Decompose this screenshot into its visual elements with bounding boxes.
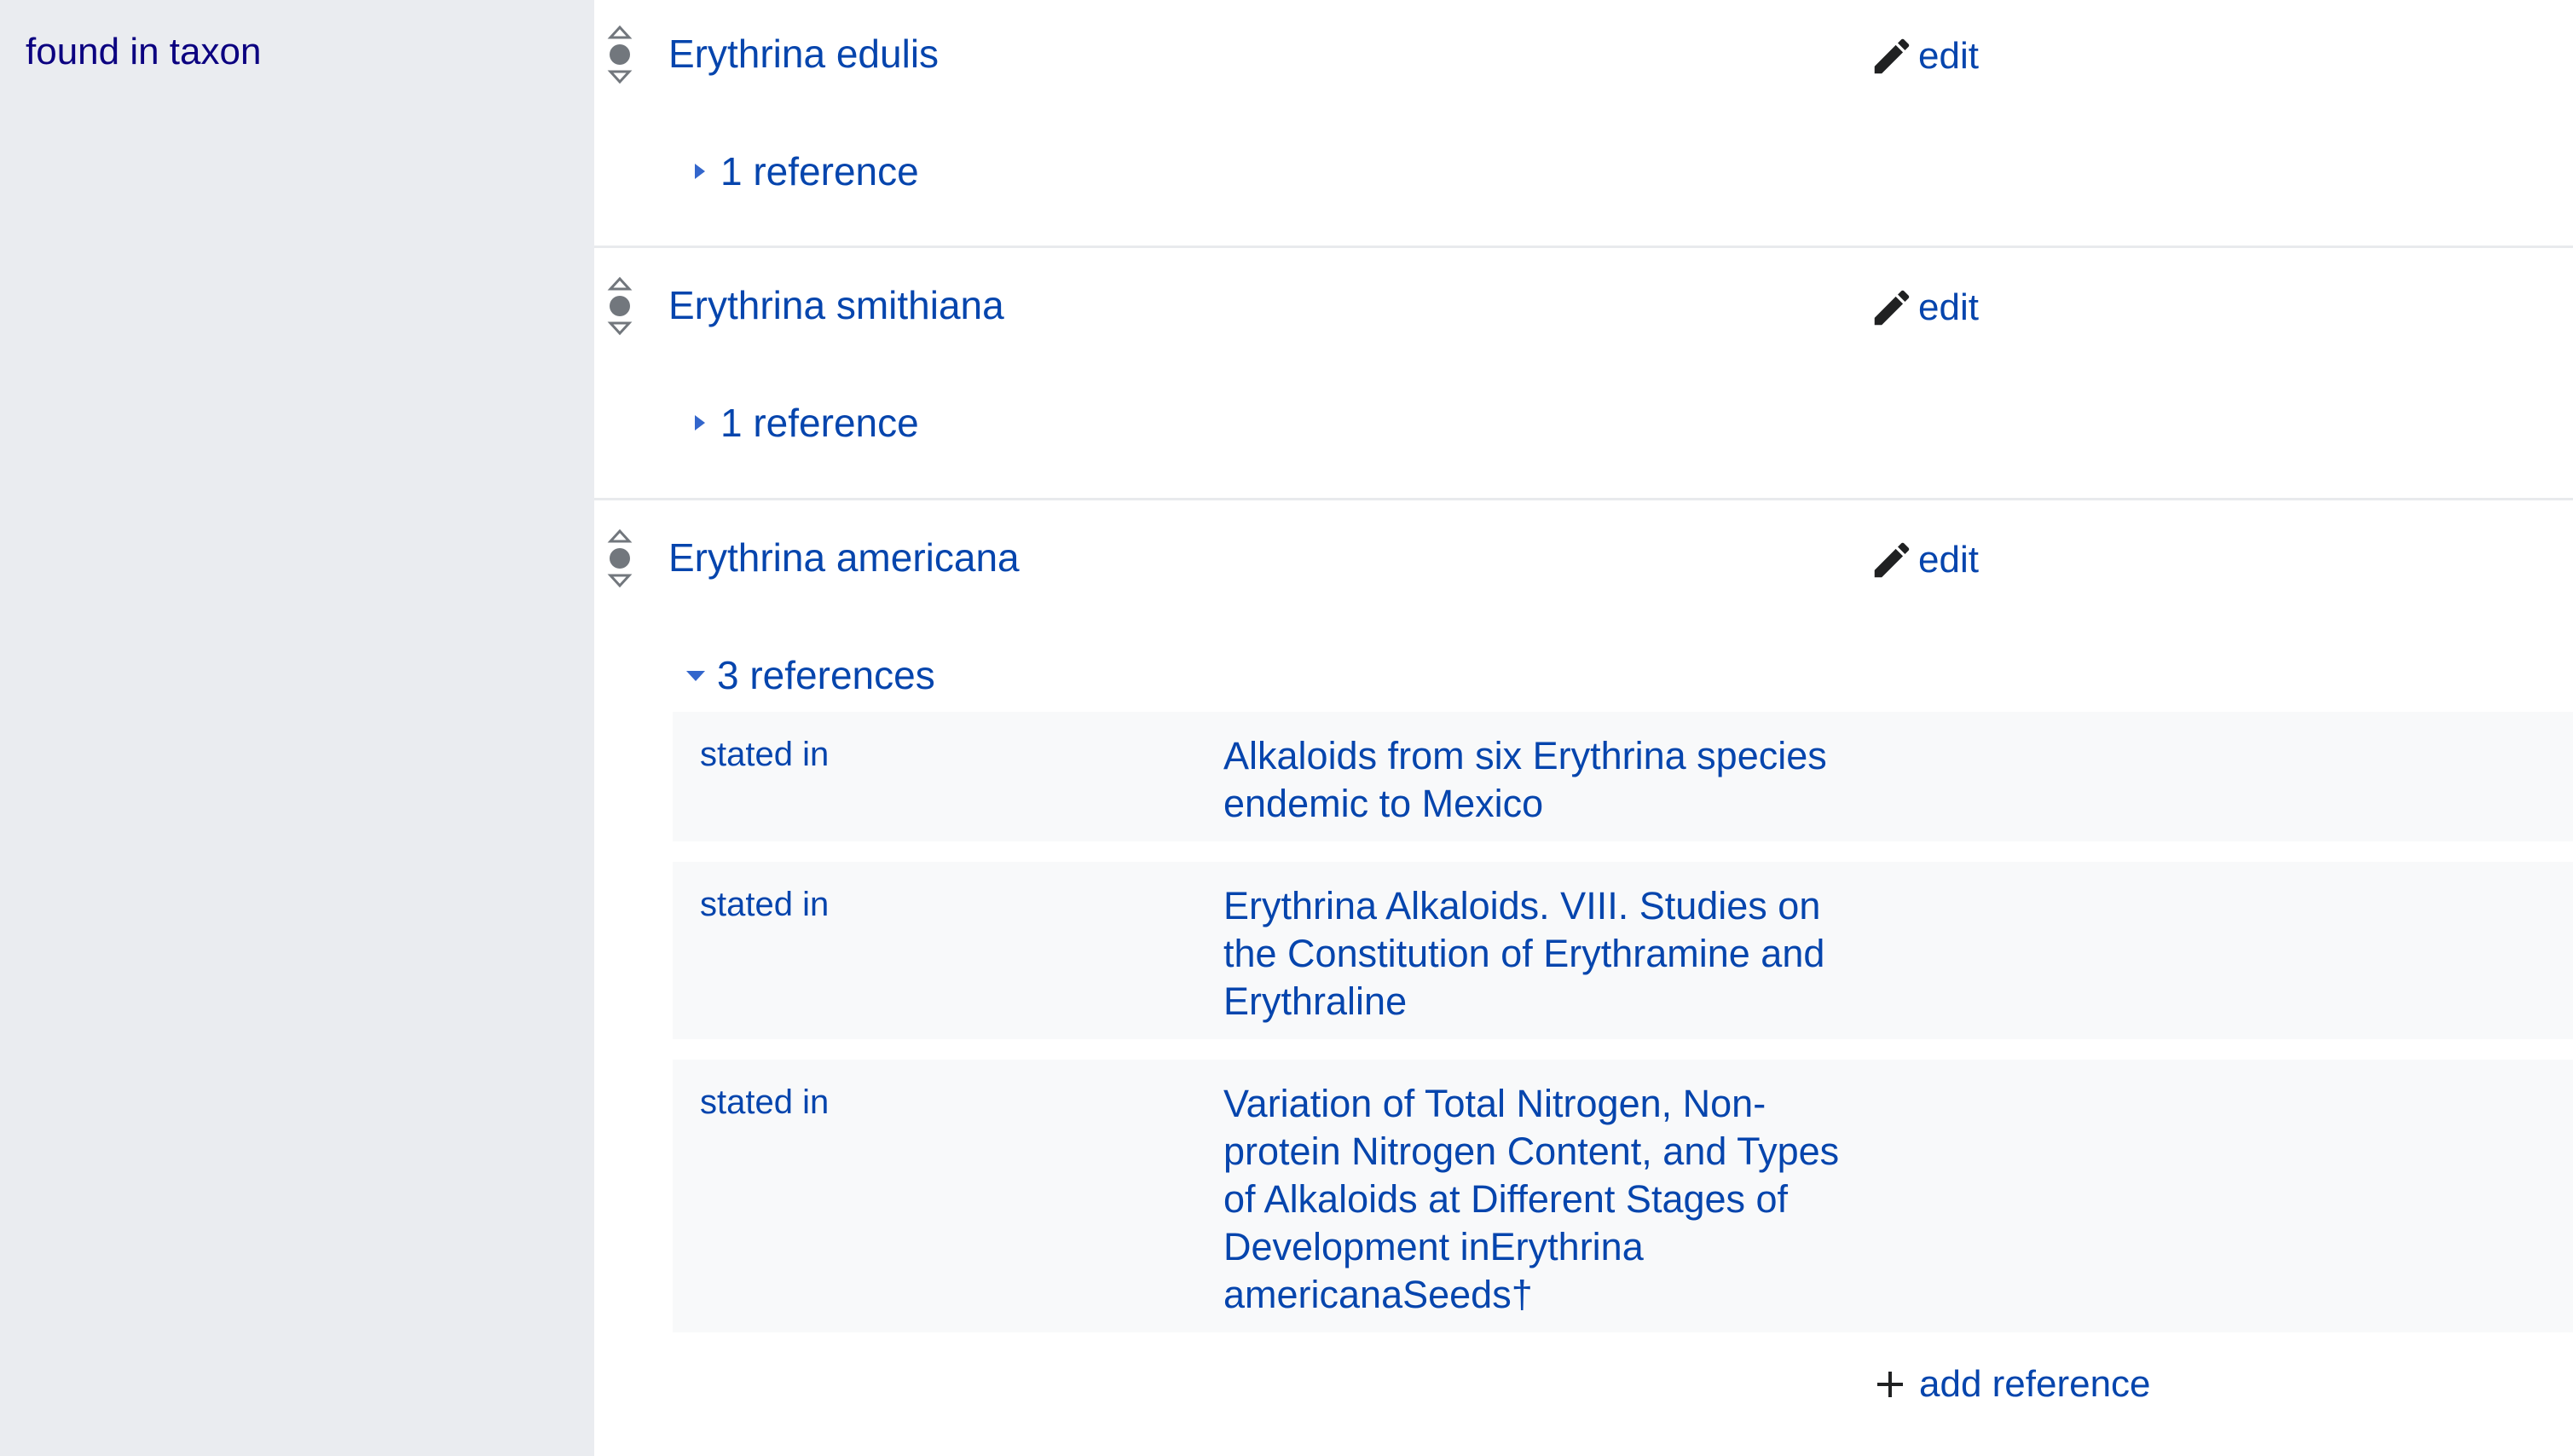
statement-values: Erythrina edulis edit 1 reference Erythr… bbox=[594, 0, 2573, 1456]
reference-value-link[interactable]: Variation of Total Nitrogen, Non-protein… bbox=[1223, 1080, 1871, 1319]
triangle-right-icon bbox=[695, 415, 705, 430]
reference-value-link[interactable]: Erythrina Alkaloids. VIII. Studies on th… bbox=[1223, 882, 1871, 1026]
statement-erythrina-smithiana: Erythrina smithiana edit 1 reference bbox=[594, 248, 2573, 500]
pencil-icon bbox=[1874, 542, 1910, 578]
reference-property-stated-in[interactable]: stated in bbox=[700, 886, 829, 924]
add-reference-button[interactable]: add reference bbox=[1873, 1363, 2151, 1406]
edit-button[interactable]: edit bbox=[1869, 537, 1979, 583]
statement-erythrina-edulis: Erythrina edulis edit 1 reference bbox=[594, 0, 2573, 248]
references-toggle-label: 3 references bbox=[717, 653, 935, 697]
reference-item: stated in Alkaloids from six Erythrina s… bbox=[673, 712, 2573, 841]
reference-item: stated in Erythrina Alkaloids. VIII. Stu… bbox=[673, 862, 2573, 1039]
references-toggle[interactable]: 3 references bbox=[683, 652, 935, 698]
edit-label: edit bbox=[1918, 35, 1979, 77]
reference-property-stated-in[interactable]: stated in bbox=[700, 736, 829, 774]
edit-button[interactable]: edit bbox=[1869, 285, 1979, 331]
edit-button[interactable]: edit bbox=[1869, 33, 1979, 79]
triangle-right-icon bbox=[695, 164, 705, 179]
references-toggle[interactable]: 1 reference bbox=[686, 400, 919, 446]
statement-erythrina-americana: Erythrina americana edit 3 references st… bbox=[594, 500, 2573, 1456]
add-reference-label: add reference bbox=[1919, 1363, 2151, 1405]
edit-label: edit bbox=[1918, 539, 1979, 581]
edit-label: edit bbox=[1918, 286, 1979, 328]
references-toggle[interactable]: 1 reference bbox=[686, 148, 919, 194]
rank-selector-icon[interactable] bbox=[603, 528, 637, 589]
reference-property-stated-in[interactable]: stated in bbox=[700, 1083, 829, 1122]
plus-icon bbox=[1877, 1372, 1903, 1397]
property-column: found in taxon bbox=[0, 0, 594, 1456]
property-label-found-in-taxon[interactable]: found in taxon bbox=[26, 31, 261, 73]
rank-selector-icon[interactable] bbox=[603, 24, 637, 85]
reference-item: stated in Variation of Total Nitrogen, N… bbox=[673, 1060, 2573, 1332]
rank-selector-icon[interactable] bbox=[603, 275, 637, 337]
pencil-icon bbox=[1874, 290, 1910, 326]
pencil-icon bbox=[1874, 38, 1910, 74]
statement-value-link[interactable]: Erythrina americana bbox=[668, 534, 1020, 581]
statement-value-link[interactable]: Erythrina edulis bbox=[668, 31, 939, 77]
statement-value-link[interactable]: Erythrina smithiana bbox=[668, 282, 1004, 328]
references-toggle-label: 1 reference bbox=[720, 149, 919, 194]
references-toggle-label: 1 reference bbox=[720, 401, 919, 445]
triangle-down-icon bbox=[686, 671, 705, 681]
reference-value-link[interactable]: Alkaloids from six Erythrina species end… bbox=[1223, 732, 1871, 828]
